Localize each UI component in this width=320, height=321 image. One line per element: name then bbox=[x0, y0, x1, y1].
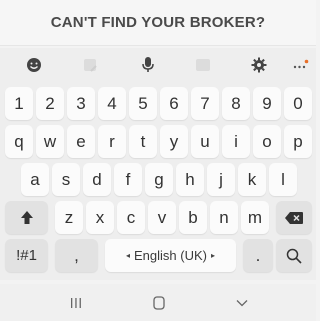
key-b[interactable]: b bbox=[179, 201, 207, 234]
navigation-bar bbox=[0, 284, 316, 321]
key-k[interactable]: k bbox=[238, 163, 266, 196]
symbols-key[interactable]: !#1 bbox=[5, 239, 48, 272]
key-h[interactable]: h bbox=[176, 163, 204, 196]
gif-icon[interactable] bbox=[186, 48, 220, 82]
search-key[interactable] bbox=[276, 239, 312, 272]
key-6[interactable]: 6 bbox=[160, 87, 188, 120]
key-p[interactable]: p bbox=[284, 125, 312, 158]
key-r[interactable]: r bbox=[98, 125, 126, 158]
key-o[interactable]: o bbox=[253, 125, 281, 158]
banner[interactable]: CAN'T FIND YOUR BROKER? bbox=[0, 0, 316, 46]
key-v[interactable]: v bbox=[148, 201, 176, 234]
key-i[interactable]: i bbox=[222, 125, 250, 158]
more-icon[interactable] bbox=[283, 48, 317, 82]
key-j[interactable]: j bbox=[207, 163, 235, 196]
key-u[interactable]: u bbox=[191, 125, 219, 158]
keyboard: 1 2 3 4 5 6 7 8 9 0 q w e r t y u i o p … bbox=[0, 82, 316, 280]
period-key[interactable]: . bbox=[243, 239, 273, 272]
comma-key[interactable]: , bbox=[55, 239, 98, 272]
key-1[interactable]: 1 bbox=[5, 87, 33, 120]
key-0[interactable]: 0 bbox=[284, 87, 312, 120]
gear-icon[interactable] bbox=[242, 48, 276, 82]
key-9[interactable]: 9 bbox=[253, 87, 281, 120]
language-left-arrow-icon: ◂ bbox=[126, 251, 131, 260]
key-s[interactable]: s bbox=[52, 163, 80, 196]
key-q[interactable]: q bbox=[5, 125, 33, 158]
key-g[interactable]: g bbox=[145, 163, 173, 196]
key-w[interactable]: w bbox=[36, 125, 64, 158]
key-n[interactable]: n bbox=[210, 201, 238, 234]
space-key-label: English (UK) bbox=[134, 248, 207, 263]
key-d[interactable]: d bbox=[83, 163, 111, 196]
recent-apps-icon[interactable] bbox=[56, 284, 96, 321]
emoji-icon[interactable] bbox=[17, 48, 51, 82]
key-z[interactable]: z bbox=[55, 201, 83, 234]
key-e[interactable]: e bbox=[67, 125, 95, 158]
key-m[interactable]: m bbox=[241, 201, 269, 234]
keyboard-toolbar bbox=[0, 48, 316, 82]
key-y[interactable]: y bbox=[160, 125, 188, 158]
key-4[interactable]: 4 bbox=[98, 87, 126, 120]
search-icon bbox=[286, 248, 302, 264]
shift-key[interactable] bbox=[5, 201, 48, 234]
microphone-icon[interactable] bbox=[131, 48, 165, 82]
key-x[interactable]: x bbox=[86, 201, 114, 234]
key-3[interactable]: 3 bbox=[67, 87, 95, 120]
key-2[interactable]: 2 bbox=[36, 87, 64, 120]
key-t[interactable]: t bbox=[129, 125, 157, 158]
shift-arrow-icon bbox=[20, 211, 33, 224]
key-l[interactable]: l bbox=[269, 163, 297, 196]
space-key[interactable]: ◂ English (UK) ▸ bbox=[105, 239, 236, 272]
sticker-icon[interactable] bbox=[73, 48, 107, 82]
key-5[interactable]: 5 bbox=[129, 87, 157, 120]
key-7[interactable]: 7 bbox=[191, 87, 219, 120]
language-right-arrow-icon: ▸ bbox=[210, 251, 215, 260]
key-8[interactable]: 8 bbox=[222, 87, 250, 120]
key-f[interactable]: f bbox=[114, 163, 142, 196]
backspace-icon bbox=[285, 211, 303, 224]
home-icon[interactable] bbox=[139, 284, 179, 321]
key-c[interactable]: c bbox=[117, 201, 145, 234]
key-a[interactable]: a bbox=[21, 163, 49, 196]
backspace-key[interactable] bbox=[276, 201, 312, 234]
banner-text: CAN'T FIND YOUR BROKER? bbox=[50, 14, 266, 31]
back-icon[interactable] bbox=[222, 284, 262, 321]
